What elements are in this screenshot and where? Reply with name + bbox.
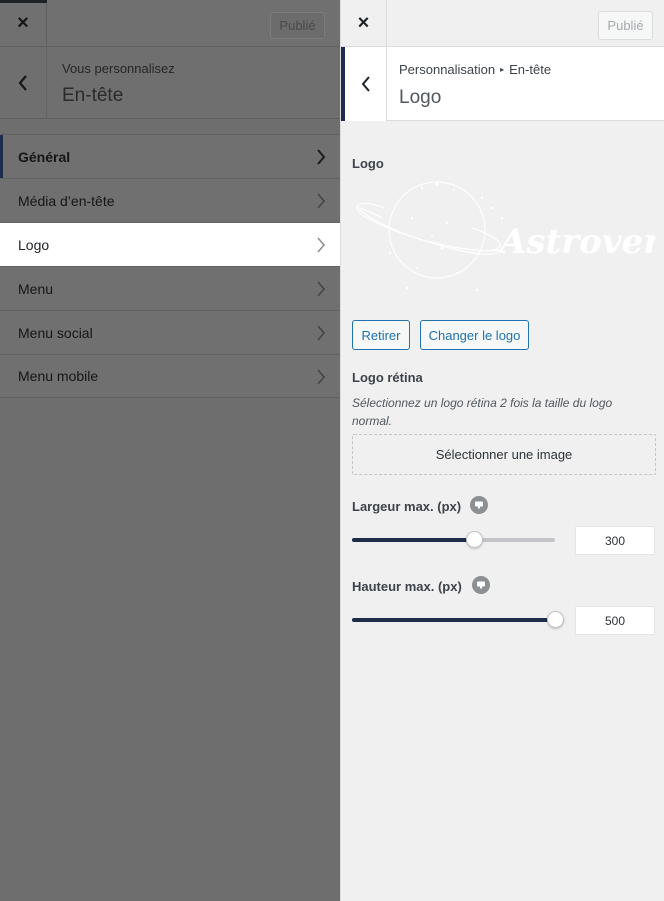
max-width-input[interactable]: 300: [575, 526, 655, 555]
breadcrumb-separator-icon: ▸: [500, 65, 505, 74]
logo-preview: Astroverse: [352, 178, 664, 303]
chevron-right-icon: [317, 325, 326, 341]
menu-item-header-media[interactable]: Média d’en-tête: [0, 178, 340, 222]
menu-item-general[interactable]: Général: [0, 134, 340, 178]
chevron-right-icon: [317, 281, 326, 297]
menu-item-label: Menu social: [18, 324, 93, 341]
max-width-slider-fill: [352, 538, 474, 542]
chevron-left-icon: [361, 76, 370, 92]
astroverse-logo-image: Astroverse: [356, 181, 664, 292]
breadcrumb-root: Personnalisation: [399, 62, 496, 77]
left-subtitle: Vous personnalisez: [62, 61, 175, 76]
menu-item-mobile-menu[interactable]: Menu mobile: [0, 354, 340, 398]
retina-logo-description: Sélectionnez un logo rétina 2 fois la ta…: [352, 396, 613, 428]
menu-item-label: Logo: [18, 236, 50, 253]
select-image-button[interactable]: Sélectionner une image: [352, 434, 656, 475]
max-height-input[interactable]: 500: [575, 606, 655, 635]
left-back-button[interactable]: [0, 47, 47, 119]
left-menu: Général Média d’en-tête Logo Menu Menu s…: [0, 134, 340, 398]
help-icon[interactable]: [470, 496, 488, 514]
breadcrumb: Personnalisation ▸ En-tête: [399, 62, 551, 77]
close-icon: ×: [357, 12, 370, 34]
change-logo-button[interactable]: Changer le logo: [420, 320, 529, 350]
close-icon: ×: [17, 12, 29, 34]
left-close-accent: [0, 0, 47, 3]
logo-section-label: Logo: [352, 156, 384, 171]
chevron-right-icon: [317, 369, 326, 385]
left-top-bar: × Publié: [0, 0, 340, 47]
menu-item-logo[interactable]: Logo: [0, 222, 340, 266]
chevron-left-icon: [18, 75, 27, 91]
max-height-label: Hauteur max. (px): [352, 579, 462, 594]
menu-item-social-menu[interactable]: Menu social: [0, 310, 340, 354]
max-height-slider[interactable]: [352, 611, 564, 628]
max-height-slider-fill: [352, 618, 564, 622]
left-close-button[interactable]: ×: [0, 0, 47, 47]
right-publish-button[interactable]: Publié: [598, 11, 653, 40]
right-top-bar: × Publié: [341, 0, 664, 47]
right-section-header: Personnalisation ▸ En-tête Logo: [341, 47, 664, 121]
retina-logo-label: Logo rétina: [352, 370, 423, 385]
right-back-button[interactable]: [341, 47, 387, 121]
page-title: Logo: [399, 87, 442, 108]
max-width-label: Largeur max. (px): [352, 499, 462, 514]
menu-item-label: Menu: [18, 280, 54, 297]
max-width-slider[interactable]: [352, 531, 555, 548]
logo-wordmark: Astroverse: [497, 222, 656, 262]
breadcrumb-current: En-tête: [509, 62, 552, 77]
help-icon[interactable]: [472, 576, 490, 594]
menu-item-label: Média d’en-tête: [18, 192, 115, 209]
chevron-right-icon: [317, 149, 326, 165]
left-title: En-tête: [62, 85, 124, 106]
menu-item-menu[interactable]: Menu: [0, 266, 340, 310]
left-customizer-panel: × Publié Vous personnalisez En-tête Géné…: [0, 0, 340, 901]
menu-item-label: Général: [18, 148, 71, 165]
max-width-slider-handle[interactable]: [466, 531, 483, 548]
remove-logo-button[interactable]: Retirer: [352, 320, 410, 350]
chevron-right-icon: [317, 237, 326, 253]
max-height-slider-handle[interactable]: [547, 611, 564, 628]
right-close-button[interactable]: ×: [341, 0, 387, 47]
left-section-header: Vous personnalisez En-tête: [0, 47, 340, 119]
chevron-right-icon: [317, 193, 326, 209]
menu-item-label: Menu mobile: [18, 368, 99, 384]
left-publish-button[interactable]: Publié: [270, 12, 325, 39]
right-customizer-panel: × Publié Personnalisation ▸ En-tête Logo…: [340, 0, 664, 901]
